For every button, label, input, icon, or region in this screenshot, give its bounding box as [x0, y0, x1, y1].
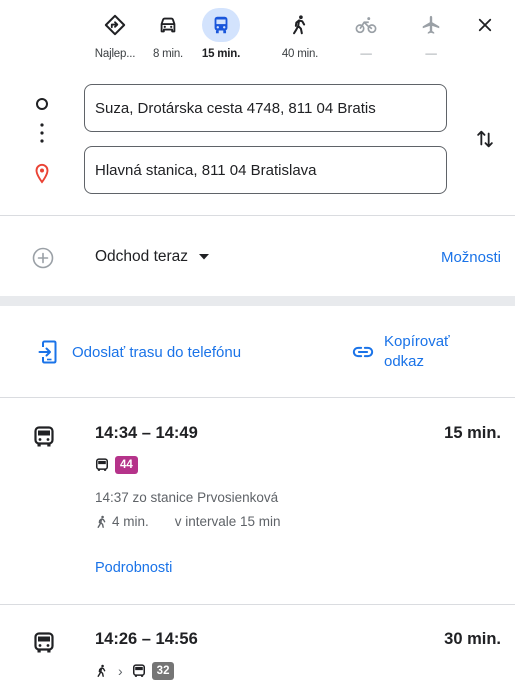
mode-walk[interactable]: 40 min.	[272, 0, 328, 72]
origin-field[interactable]	[84, 84, 447, 132]
route-departure-info: 14:37 zo stanice Prvosienková	[95, 490, 279, 505]
bus-icon	[202, 8, 240, 42]
mode-label: Najlep...	[94, 48, 136, 60]
route-time: 14:26 – 14:56	[95, 630, 198, 648]
mode-label: —	[360, 48, 372, 60]
destination-field[interactable]	[84, 146, 447, 194]
route-steps: 44	[95, 456, 138, 474]
mode-label: 15 min.	[201, 48, 241, 60]
route-duration: 15 min.	[444, 424, 501, 442]
copy-link-label-line2: odkaz	[384, 353, 425, 370]
walking-small-icon	[97, 664, 106, 677]
directions-diamond-icon	[96, 8, 134, 42]
route-meta: 4 min. v intervale 15 min	[95, 514, 281, 529]
mode-label: 8 min.	[152, 48, 184, 60]
close-icon	[478, 18, 492, 32]
route-option[interactable]: 14:34 – 14:49 15 min. 44 14:37 zo stanic…	[0, 400, 515, 604]
dot-icon	[40, 131, 44, 135]
origin-circle-icon	[36, 98, 48, 110]
mode-bike[interactable]: —	[338, 0, 394, 72]
send-to-phone-icon	[38, 340, 57, 364]
route-option[interactable]: 14:26 – 14:56 30 min. › 32	[0, 606, 515, 699]
destination-pin-icon	[35, 163, 49, 184]
mode-car[interactable]: 8 min.	[140, 0, 196, 72]
send-to-phone-button[interactable]: Odoslať trasu do telefónu	[38, 340, 241, 364]
bus-icon	[34, 426, 54, 447]
divider	[0, 604, 515, 605]
mode-label: 40 min.	[281, 48, 319, 60]
bus-small-icon	[132, 664, 145, 677]
mode-best[interactable]: Najlep...	[87, 0, 143, 72]
send-to-phone-label: Odoslať trasu do telefónu	[72, 343, 242, 361]
line-badge: 44	[115, 456, 138, 474]
airplane-icon	[412, 8, 450, 42]
copy-link-button[interactable]: Kopírovať odkaz	[352, 332, 494, 372]
origin-input[interactable]	[85, 85, 446, 131]
divider	[0, 215, 515, 216]
swap-button[interactable]	[468, 122, 502, 156]
dot-icon	[40, 139, 44, 143]
close-button[interactable]	[470, 10, 500, 40]
dot-icon	[40, 123, 44, 127]
bus-small-icon	[95, 458, 109, 471]
walk-duration: 4 min.	[112, 514, 149, 529]
link-icon	[352, 346, 374, 358]
destination-input[interactable]	[85, 147, 446, 193]
bicycle-icon	[347, 8, 385, 42]
dropdown-arrow-icon	[199, 254, 210, 260]
copy-link-label-line1: Kopírovať	[384, 333, 450, 350]
bus-icon	[34, 632, 54, 653]
line-badge: 32	[151, 662, 175, 680]
car-icon	[149, 8, 187, 42]
walking-icon	[281, 8, 319, 42]
route-markers	[34, 96, 50, 191]
add-circle-icon	[32, 247, 54, 269]
mode-transit[interactable]: 15 min.	[193, 0, 249, 72]
route-time: 14:34 – 14:49	[95, 424, 198, 442]
mode-label: —	[425, 48, 437, 60]
mode-flight[interactable]: —	[403, 0, 459, 72]
add-stop-button[interactable]	[31, 246, 55, 270]
route-steps: › 32	[95, 662, 175, 680]
swap-arrows-icon	[477, 130, 493, 148]
departure-time-dropdown[interactable]: Odchod teraz	[95, 248, 210, 266]
chevron-right-icon: ›	[118, 663, 123, 679]
route-duration: 30 min.	[444, 630, 501, 648]
travel-mode-bar: Najlep... 8 min. 15 min. 40 min. — —	[0, 0, 515, 72]
route-interval: v intervale 15 min	[174, 514, 281, 529]
options-link[interactable]: Možnosti	[441, 249, 501, 266]
departure-label: Odchod teraz	[95, 248, 189, 265]
divider	[0, 397, 515, 398]
route-details-link[interactable]: Podrobnosti	[95, 560, 172, 576]
walking-small-icon	[97, 515, 106, 528]
section-separator	[0, 296, 515, 306]
